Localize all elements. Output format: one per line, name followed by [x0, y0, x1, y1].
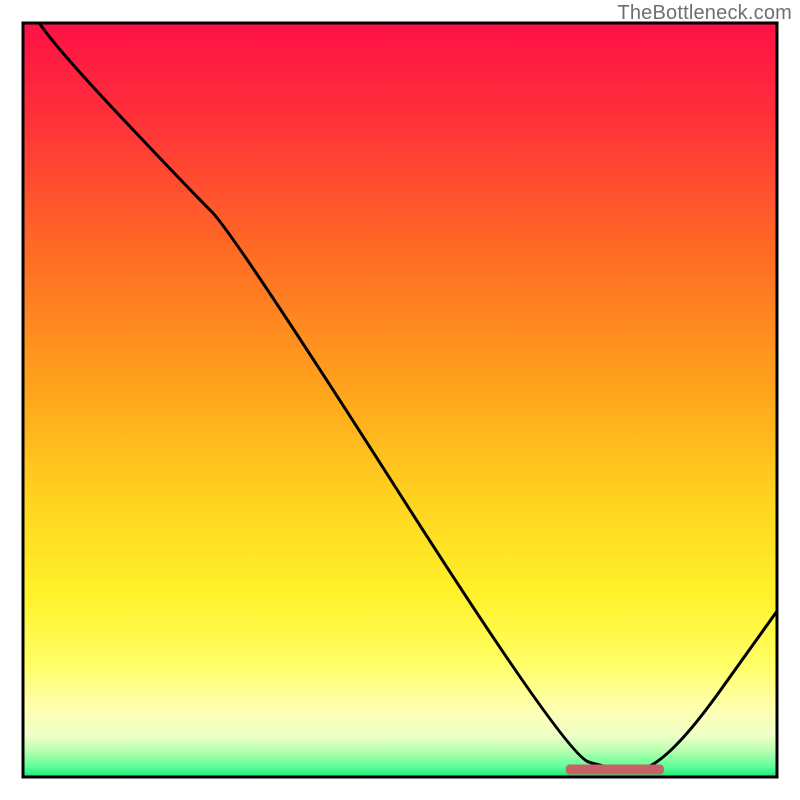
watermark-text: TheBottleneck.com [617, 2, 792, 25]
bottleneck-plot [0, 0, 800, 800]
plot-background [23, 23, 777, 777]
optimal-range-marker [566, 764, 664, 774]
chart-stage: TheBottleneck.com [0, 0, 800, 800]
